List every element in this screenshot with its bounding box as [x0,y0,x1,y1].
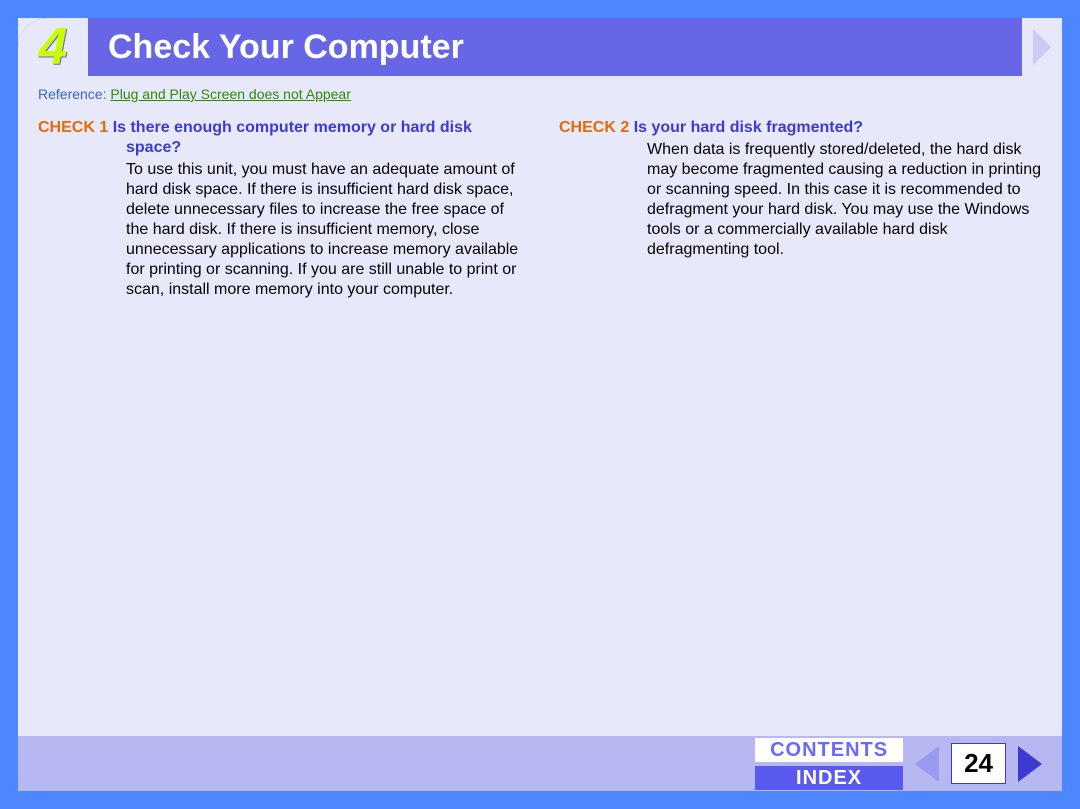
section-number: 4 [39,17,68,77]
header-arrow-container [1022,18,1062,76]
page-content-area: 4 Check Your Computer Reference: Plug an… [18,18,1062,736]
check-label: CHECK 1 [38,119,108,136]
section-number-badge: 4 [18,18,88,76]
contents-button[interactable]: CONTENTS [755,738,903,762]
check-body: When data is frequently stored/deleted, … [559,140,1042,260]
check-heading: CHECK 1 Is there enough computer memory … [38,118,521,158]
checks-columns: CHECK 1 Is there enough computer memory … [18,118,1062,300]
next-page-icon[interactable] [1018,746,1042,782]
page-number: 24 [951,743,1006,784]
section-header: 4 Check Your Computer [18,18,1062,76]
chevron-right-icon[interactable] [1033,29,1051,65]
check-question: Is there enough computer memory or hard … [113,119,472,156]
reference-label: Reference: [38,86,106,102]
index-button[interactable]: INDEX [755,766,903,790]
check-body: To use this unit, you must have an adequ… [38,160,521,300]
check-column-2: CHECK 2 Is your hard disk fragmented? Wh… [559,118,1042,300]
footer-nav: CONTENTS INDEX 24 [18,736,1062,791]
check-label: CHECK 2 [559,119,629,136]
check-question: Is your hard disk fragmented? [634,119,863,136]
section-title: Check Your Computer [88,28,1022,67]
reference-link[interactable]: Plug and Play Screen does not Appear [110,86,351,102]
footer-button-stack: CONTENTS INDEX [755,738,903,790]
prev-page-icon[interactable] [915,746,939,782]
reference-line: Reference: Plug and Play Screen does not… [18,76,1062,118]
check-column-1: CHECK 1 Is there enough computer memory … [38,118,521,300]
check-heading: CHECK 2 Is your hard disk fragmented? [559,118,1042,138]
